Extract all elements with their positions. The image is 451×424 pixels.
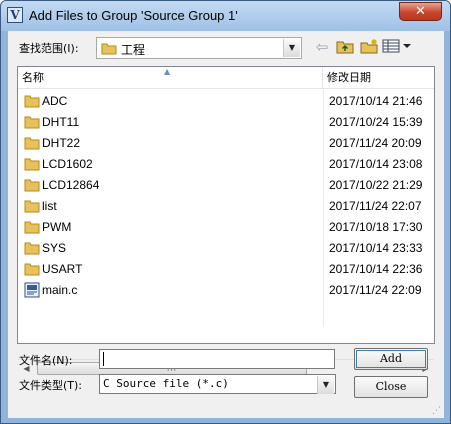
- up-folder-icon[interactable]: [336, 38, 354, 56]
- item-date: 2017/10/14 23:08: [329, 157, 423, 171]
- list-item[interactable]: PWM 2017/10/18 17:30: [18, 217, 434, 238]
- view-menu-icon[interactable]: [382, 38, 412, 56]
- item-name: list: [42, 199, 57, 213]
- file-rows: ADC 2017/10/14 21:46 DHT11 2017/10/24 15…: [18, 91, 434, 301]
- item-name: LCD12864: [42, 178, 100, 192]
- folder-icon: [24, 93, 40, 109]
- chevron-down-icon[interactable]: ▼: [317, 376, 334, 394]
- item-date: 2017/10/14 23:33: [329, 241, 423, 255]
- close-window-button[interactable]: ✕: [399, 2, 442, 21]
- item-name: main.c: [42, 283, 78, 297]
- column-header-name-label: 名称: [22, 71, 44, 84]
- item-name: USART: [42, 262, 83, 276]
- list-item[interactable]: LCD12864 2017/10/22 21:29: [18, 175, 434, 196]
- folder-icon: [24, 177, 40, 193]
- item-name: SYS: [42, 241, 67, 255]
- filename-label: 文件名(N):: [19, 354, 73, 367]
- folder-icon: [24, 261, 40, 277]
- window-title: Add Files to Group 'Source Group 1': [29, 8, 238, 23]
- item-name: ADC: [42, 94, 68, 108]
- folder-icon: [24, 219, 40, 235]
- item-date: 2017/11/24 22:09: [329, 283, 422, 297]
- add-button[interactable]: Add: [354, 348, 428, 370]
- file-list[interactable]: 名称 ▲ 修改日期 ADC 2017/10/14 21:46 DHT11 201…: [17, 66, 435, 376]
- list-item[interactable]: USART 2017/10/14 22:36: [18, 259, 434, 280]
- filetype-value: C Source file (*.c): [103, 377, 229, 390]
- list-item[interactable]: list 2017/11/24 22:07: [18, 196, 434, 217]
- item-name: LCD1602: [42, 157, 93, 171]
- list-item[interactable]: DHT11 2017/10/24 15:39: [18, 112, 434, 133]
- list-item[interactable]: SYS 2017/10/14 23:33: [18, 238, 434, 259]
- folder-icon: [24, 135, 40, 151]
- item-date: 2017/10/24 15:39: [329, 115, 423, 129]
- filetype-label: 文件类型(T):: [19, 379, 83, 392]
- item-date: 2017/10/14 22:36: [329, 262, 423, 276]
- folder-icon: [24, 198, 40, 214]
- close-button[interactable]: Close: [354, 376, 428, 398]
- lookin-value: 工程: [121, 43, 146, 57]
- app-icon: V: [7, 7, 23, 23]
- folder-icon: [24, 240, 40, 256]
- item-date: 2017/10/22 21:29: [329, 178, 423, 192]
- folder-icon: [24, 156, 40, 172]
- list-item[interactable]: LCD1602 2017/10/14 23:08: [18, 154, 434, 175]
- filename-field[interactable]: [99, 349, 335, 369]
- lookin-label: 查找范围(I):: [19, 42, 79, 55]
- filetype-dropdown[interactable]: C Source file (*.c) ▼: [99, 374, 336, 394]
- item-name: DHT11: [42, 115, 80, 129]
- back-arrow-icon[interactable]: ⇦: [314, 38, 330, 56]
- dialog-body: 查找范围(I): 工程 ▼ ⇦ 名称 ▲ 修改日期 ADC 2017/10/14…: [8, 31, 444, 418]
- resize-grip-icon[interactable]: ⋰: [432, 406, 442, 416]
- column-header-date[interactable]: 修改日期: [323, 67, 434, 89]
- chevron-down-icon[interactable]: ▼: [283, 39, 300, 57]
- folder-icon: [24, 114, 40, 130]
- list-item[interactable]: DHT22 2017/11/24 20:09: [18, 133, 434, 154]
- item-date: 2017/11/24 20:09: [329, 136, 422, 150]
- column-header-date-label: 修改日期: [327, 71, 371, 84]
- c-file-icon: [24, 282, 40, 298]
- new-folder-icon[interactable]: [360, 38, 378, 56]
- sort-ascending-icon: ▲: [164, 67, 171, 76]
- list-item[interactable]: main.c 2017/11/24 22:09: [18, 280, 434, 301]
- list-item[interactable]: ADC 2017/10/14 21:46: [18, 91, 434, 112]
- item-date: 2017/10/18 17:30: [329, 220, 423, 234]
- dialog-window: V Add Files to Group 'Source Group 1' ✕ …: [0, 0, 451, 424]
- item-date: 2017/10/14 21:46: [329, 94, 423, 108]
- item-date: 2017/11/24 22:07: [329, 199, 422, 213]
- lookin-dropdown[interactable]: 工程 ▼: [96, 37, 302, 59]
- title-bar[interactable]: V Add Files to Group 'Source Group 1' ✕: [1, 1, 450, 31]
- column-header-name[interactable]: 名称 ▲: [18, 67, 323, 89]
- folder-icon: [101, 41, 117, 58]
- item-name: PWM: [42, 220, 72, 234]
- item-name: DHT22: [42, 136, 81, 150]
- text-caret: [103, 352, 104, 366]
